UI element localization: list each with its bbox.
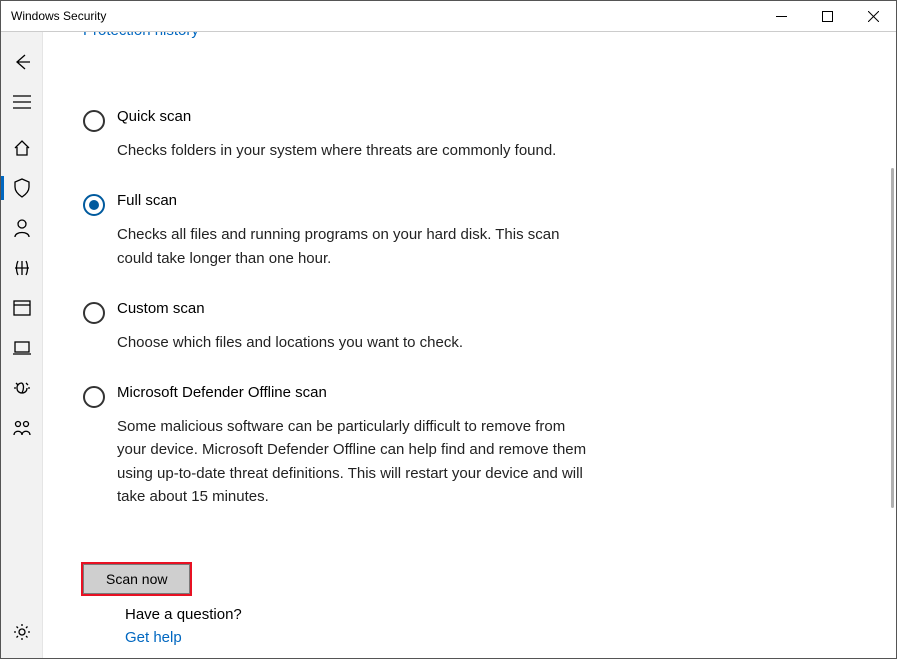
window-body: Protection history Quick scan Checks fol… xyxy=(1,32,896,658)
protection-history-link[interactable]: Protection history xyxy=(83,32,856,44)
option-label: Quick scan xyxy=(117,108,556,125)
account-icon[interactable] xyxy=(1,208,43,248)
maximize-button[interactable] xyxy=(804,1,850,31)
radio-icon[interactable] xyxy=(83,194,105,216)
content-area: Protection history Quick scan Checks fol… xyxy=(43,32,896,658)
option-desc: Checks folders in your system where thre… xyxy=(117,139,556,162)
scan-options: Quick scan Checks folders in your system… xyxy=(83,108,603,594)
close-button[interactable] xyxy=(850,1,896,31)
option-desc: Checks all files and running programs on… xyxy=(117,223,597,270)
app-browser-icon[interactable] xyxy=(1,288,43,328)
window-buttons xyxy=(758,1,896,31)
back-button[interactable] xyxy=(1,42,43,82)
sidebar xyxy=(1,32,43,658)
option-custom-scan[interactable]: Custom scan Choose which files and locat… xyxy=(83,300,603,354)
radio-icon[interactable] xyxy=(83,110,105,132)
settings-gear-icon[interactable] xyxy=(1,612,43,652)
home-icon[interactable] xyxy=(1,128,43,168)
firewall-icon[interactable] xyxy=(1,248,43,288)
window-frame: Windows Security xyxy=(0,0,897,659)
option-desc: Some malicious software can be particula… xyxy=(117,415,597,508)
help-section: Have a question? Get help xyxy=(125,606,242,646)
window-title: Windows Security xyxy=(1,9,106,23)
scrollbar[interactable] xyxy=(891,168,894,508)
radio-icon[interactable] xyxy=(83,386,105,408)
hamburger-menu-icon[interactable] xyxy=(1,82,43,122)
family-options-icon[interactable] xyxy=(1,408,43,448)
scan-now-button[interactable]: Scan now xyxy=(83,564,190,594)
option-offline-scan[interactable]: Microsoft Defender Offline scan Some mal… xyxy=(83,384,603,508)
radio-icon[interactable] xyxy=(83,302,105,324)
shield-icon[interactable] xyxy=(1,168,43,208)
title-bar: Windows Security xyxy=(1,1,896,32)
option-label: Custom scan xyxy=(117,300,463,317)
device-performance-icon[interactable] xyxy=(1,368,43,408)
option-desc: Choose which files and locations you wan… xyxy=(117,331,463,354)
option-label: Full scan xyxy=(117,192,597,209)
option-quick-scan[interactable]: Quick scan Checks folders in your system… xyxy=(83,108,603,162)
minimize-button[interactable] xyxy=(758,1,804,31)
get-help-link[interactable]: Get help xyxy=(125,629,242,646)
option-full-scan[interactable]: Full scan Checks all files and running p… xyxy=(83,192,603,270)
help-heading: Have a question? xyxy=(125,606,242,623)
device-security-icon[interactable] xyxy=(1,328,43,368)
option-label: Microsoft Defender Offline scan xyxy=(117,384,597,401)
